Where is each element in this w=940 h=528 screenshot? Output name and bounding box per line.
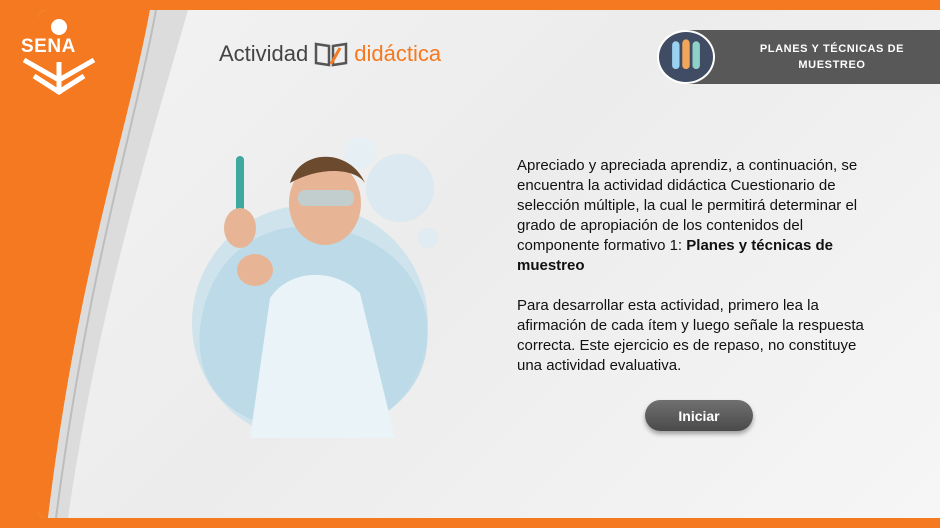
badge-line2: MUESTREO — [798, 59, 866, 71]
instructions-text: Apreciado y apreciada aprendiz, a contin… — [517, 156, 879, 396]
badge-title: PLANES Y TÉCNICAS DE MUESTREO — [727, 41, 937, 73]
book-pencil-icon — [315, 42, 348, 67]
logo-text: SENA — [21, 36, 76, 57]
test-tubes-icon — [657, 30, 715, 84]
instructions-paragraph: Para desarrollar esta actividad, primero… — [517, 297, 864, 374]
content-panel: Actividad didáctica PLANES Y TÉCNICAS DE… — [38, 10, 940, 518]
activity-title: Actividad didáctica — [219, 38, 441, 70]
title-word-activity: Actividad — [219, 41, 309, 66]
start-button[interactable]: Iniciar — [645, 400, 753, 431]
intro-paragraph: Apreciado y apreciada aprendiz, a contin… — [517, 156, 879, 276]
badge-line1: PLANES Y TÉCNICAS DE — [759, 43, 905, 55]
title-word-didactic: didáctica — [354, 41, 442, 66]
course-badge: PLANES Y TÉCNICAS DE MUESTREO — [657, 30, 940, 84]
scientist-illustration — [160, 128, 480, 441]
